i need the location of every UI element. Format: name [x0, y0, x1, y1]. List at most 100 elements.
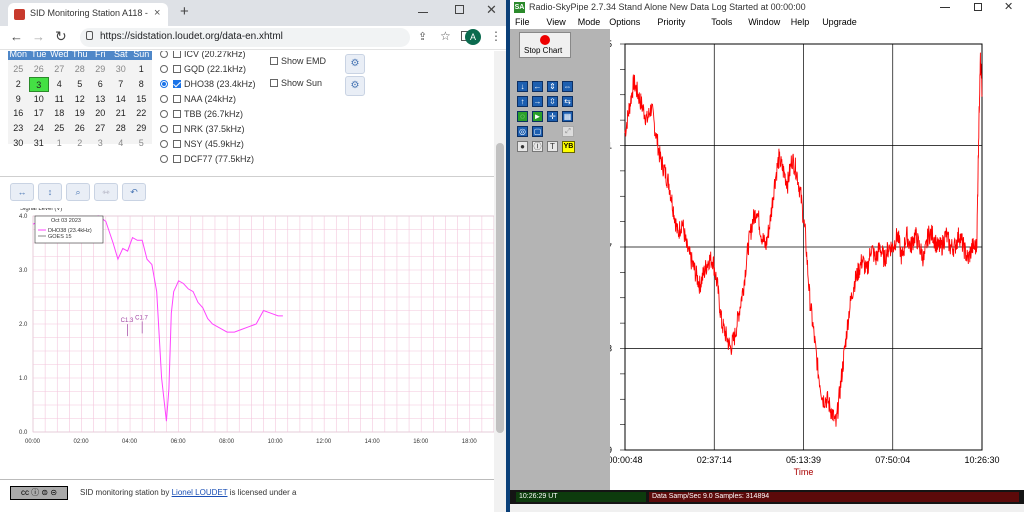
calendar-day[interactable]: 25 [49, 121, 70, 136]
frame-icon[interactable]: ▢ [532, 126, 543, 137]
up-arrow-icon[interactable]: ↑ [517, 96, 528, 107]
station-radio[interactable] [160, 140, 168, 148]
station-checkbox[interactable] [173, 140, 181, 148]
browser-menu-icon[interactable]: ⋮ [490, 29, 502, 43]
calendar-day[interactable]: 23 [8, 121, 29, 136]
calendar-day[interactable]: 30 [8, 136, 29, 151]
profile-avatar[interactable]: A [465, 29, 481, 45]
calendar-day[interactable]: 25 [8, 62, 29, 77]
author-link[interactable]: Lionel LOUDET [172, 488, 228, 497]
sky-maximize-icon[interactable] [974, 3, 982, 11]
station-checkbox[interactable] [173, 110, 181, 118]
calendar-day[interactable]: 5 [70, 77, 91, 92]
station-checkbox[interactable] [173, 51, 181, 58]
browser-tab[interactable]: SID Monitoring Station A118 - V × [8, 3, 168, 26]
scrollbar-thumb[interactable] [496, 143, 504, 433]
station-checkbox[interactable] [173, 95, 181, 103]
page-scrollbar[interactable] [494, 51, 506, 512]
play-icon[interactable]: ► [532, 111, 543, 122]
sky-close-icon[interactable]: ✕ [1004, 0, 1013, 13]
info-icon[interactable]: Ⓘ [532, 141, 543, 152]
calendar-day[interactable]: 28 [111, 121, 132, 136]
calendar-day[interactable]: 1 [131, 62, 152, 77]
station-radio[interactable] [160, 155, 168, 163]
calendar-day[interactable]: 27 [49, 62, 70, 77]
target-icon[interactable]: ◎ [517, 126, 528, 137]
calendar-day[interactable]: 26 [29, 62, 50, 77]
reset-zoom-button[interactable]: ↶ [122, 183, 146, 201]
reload-icon[interactable]: ↻ [55, 28, 67, 45]
calendar-day[interactable]: 31 [29, 136, 50, 151]
calendar-day[interactable]: 27 [90, 121, 111, 136]
calendar-day[interactable]: 1 [49, 136, 70, 151]
calendar-day[interactable]: 11 [49, 92, 70, 107]
calendar-day[interactable]: 15 [131, 92, 152, 107]
calendar-day[interactable]: 3 [90, 136, 111, 151]
station-radio[interactable] [160, 125, 168, 133]
menu-item[interactable]: View [546, 17, 565, 27]
calendar-day[interactable]: 6 [90, 77, 111, 92]
calendar-day[interactable]: 17 [29, 106, 50, 121]
calendar-day[interactable]: 5 [131, 136, 152, 151]
grid-icon[interactable]: ▦ [562, 111, 573, 122]
menu-item[interactable]: Window [748, 17, 780, 27]
bookmark-star-icon[interactable]: ☆ [440, 29, 451, 43]
calendar-day[interactable]: 2 [70, 136, 91, 151]
pan-button[interactable]: ⇿ [94, 183, 118, 201]
menu-item[interactable]: Upgrade [822, 17, 857, 27]
calendar-day[interactable]: 21 [111, 106, 132, 121]
share-icon[interactable]: ⇪ [418, 30, 427, 43]
calendar-day[interactable]: 18 [49, 106, 70, 121]
calendar-day[interactable]: 4 [111, 136, 132, 151]
emd-settings-button[interactable]: ⚙ [345, 54, 365, 74]
menu-item[interactable]: File [515, 17, 530, 27]
zoom-box-button[interactable]: ⌕ [66, 183, 90, 201]
calendar-day[interactable]: 4 [49, 77, 70, 92]
sun-settings-button[interactable]: ⚙ [345, 76, 365, 96]
station-checkbox[interactable] [173, 125, 181, 133]
menu-item[interactable]: Help [791, 17, 810, 27]
calendar-day[interactable]: 16 [8, 106, 29, 121]
tab-close-icon[interactable]: × [154, 7, 160, 19]
cc-license-badge-icon[interactable]: cc ⓘ ⊜ ⊝ [10, 486, 68, 500]
calendar-day[interactable]: 7 [111, 77, 132, 92]
menu-item[interactable]: Mode [578, 17, 601, 27]
yellow-background-button[interactable]: YB [562, 141, 575, 153]
calendar-day[interactable]: 10 [29, 92, 50, 107]
stop-chart-button[interactable]: Stop Chart [519, 32, 571, 58]
expand-h-icon[interactable]: ⇔ [562, 81, 573, 92]
calendar-day[interactable]: 19 [70, 106, 91, 121]
down-arrow-icon[interactable]: ↓ [517, 81, 528, 92]
station-checkbox[interactable] [173, 155, 181, 163]
maximize-icon[interactable] [455, 5, 464, 14]
calendar-day[interactable]: 20 [90, 106, 111, 121]
station-radio[interactable] [160, 110, 168, 118]
calendar-day[interactable]: 29 [131, 121, 152, 136]
disabled-scale-icon[interactable]: ⤢ [562, 126, 574, 137]
calendar-day[interactable]: 22 [131, 106, 152, 121]
show-emd-checkbox[interactable] [270, 57, 278, 65]
crosshair-icon[interactable]: ✛ [547, 111, 558, 122]
expand-v-icon[interactable]: ⇕ [547, 81, 558, 92]
text-icon[interactable]: T [547, 141, 558, 152]
new-tab-button[interactable]: + [180, 3, 189, 20]
menu-item[interactable]: Options [609, 17, 640, 27]
minimize-icon[interactable] [418, 12, 428, 13]
dot-icon[interactable]: ● [517, 141, 528, 152]
station-checkbox[interactable] [173, 65, 181, 73]
forward-arrow-icon[interactable]: → [32, 29, 45, 44]
show-sun-checkbox[interactable] [270, 79, 278, 87]
zoom-x-button[interactable]: ↔ [10, 183, 34, 201]
left-arrow-icon[interactable]: ← [532, 81, 543, 92]
calendar-day[interactable]: 29 [90, 62, 111, 77]
station-radio[interactable] [160, 51, 168, 58]
sky-minimize-icon[interactable] [940, 7, 950, 8]
shrink-h-icon[interactable]: ⇆ [562, 96, 573, 107]
calendar-day[interactable]: 12 [70, 92, 91, 107]
menu-item[interactable]: Priority [657, 17, 685, 27]
calendar-day[interactable]: 9 [8, 92, 29, 107]
shrink-v-icon[interactable]: ⇳ [547, 96, 558, 107]
station-checkbox[interactable] [173, 80, 181, 88]
calendar-day[interactable]: 2 [8, 77, 29, 92]
address-bar[interactable]: https://sidstation.loudet.org/data-en.xh… [80, 28, 410, 47]
